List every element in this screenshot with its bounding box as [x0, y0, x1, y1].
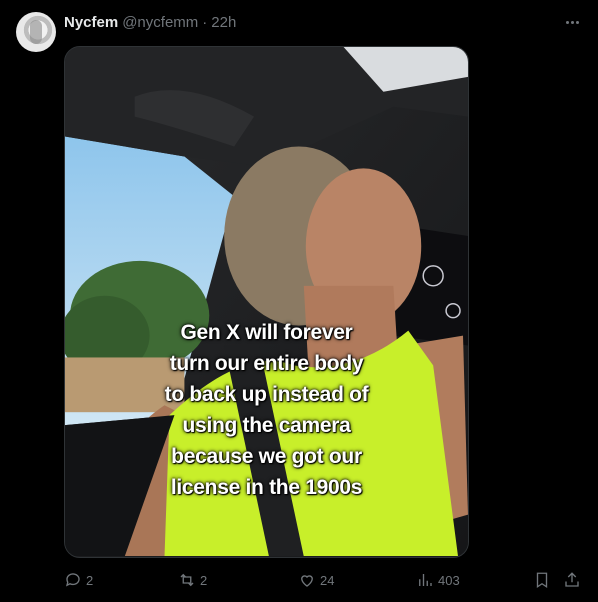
heart-icon: [301, 575, 313, 587]
share-button[interactable]: [563, 568, 581, 592]
display-name[interactable]: Nycfem: [64, 14, 118, 31]
views-icon: [419, 574, 432, 586]
repost-icon: [180, 573, 194, 587]
like-button[interactable]: 24: [298, 568, 334, 592]
post-time[interactable]: 22h: [211, 14, 236, 31]
bookmark-icon: [536, 572, 548, 589]
reply-button[interactable]: 2: [64, 568, 93, 592]
share-icon: [565, 572, 579, 587]
like-count: 24: [320, 572, 335, 588]
user-handle[interactable]: @nycfemm: [122, 14, 198, 31]
post-video[interactable]: Gen X will forever turn our entire body …: [64, 46, 469, 558]
caption-line: license in the 1900s: [170, 476, 363, 499]
caption-line: Gen X will forever: [180, 321, 353, 344]
separator: ·: [202, 13, 208, 31]
repost-count: 2: [200, 572, 208, 588]
bookmark-button[interactable]: [533, 568, 551, 592]
reply-count: 2: [86, 572, 94, 588]
caption-line: to back up instead of: [164, 383, 369, 406]
caption-line: turn our entire body: [169, 352, 364, 375]
caption-line: using the camera: [182, 414, 351, 437]
reply-icon: [65, 573, 80, 587]
views-button[interactable]: 403: [416, 568, 460, 592]
avatar[interactable]: [16, 12, 56, 52]
post-actions: 2 2 24 403: [64, 568, 582, 592]
repost-button[interactable]: 2: [178, 568, 207, 592]
view-count: 403: [438, 572, 460, 588]
caption-line: because we got our: [171, 445, 362, 468]
video-caption: Gen X will forever turn our entire body …: [65, 317, 468, 503]
post-header: Nycfem @nycfemm · 22h: [64, 12, 236, 32]
more-options-icon[interactable]: [562, 12, 582, 32]
